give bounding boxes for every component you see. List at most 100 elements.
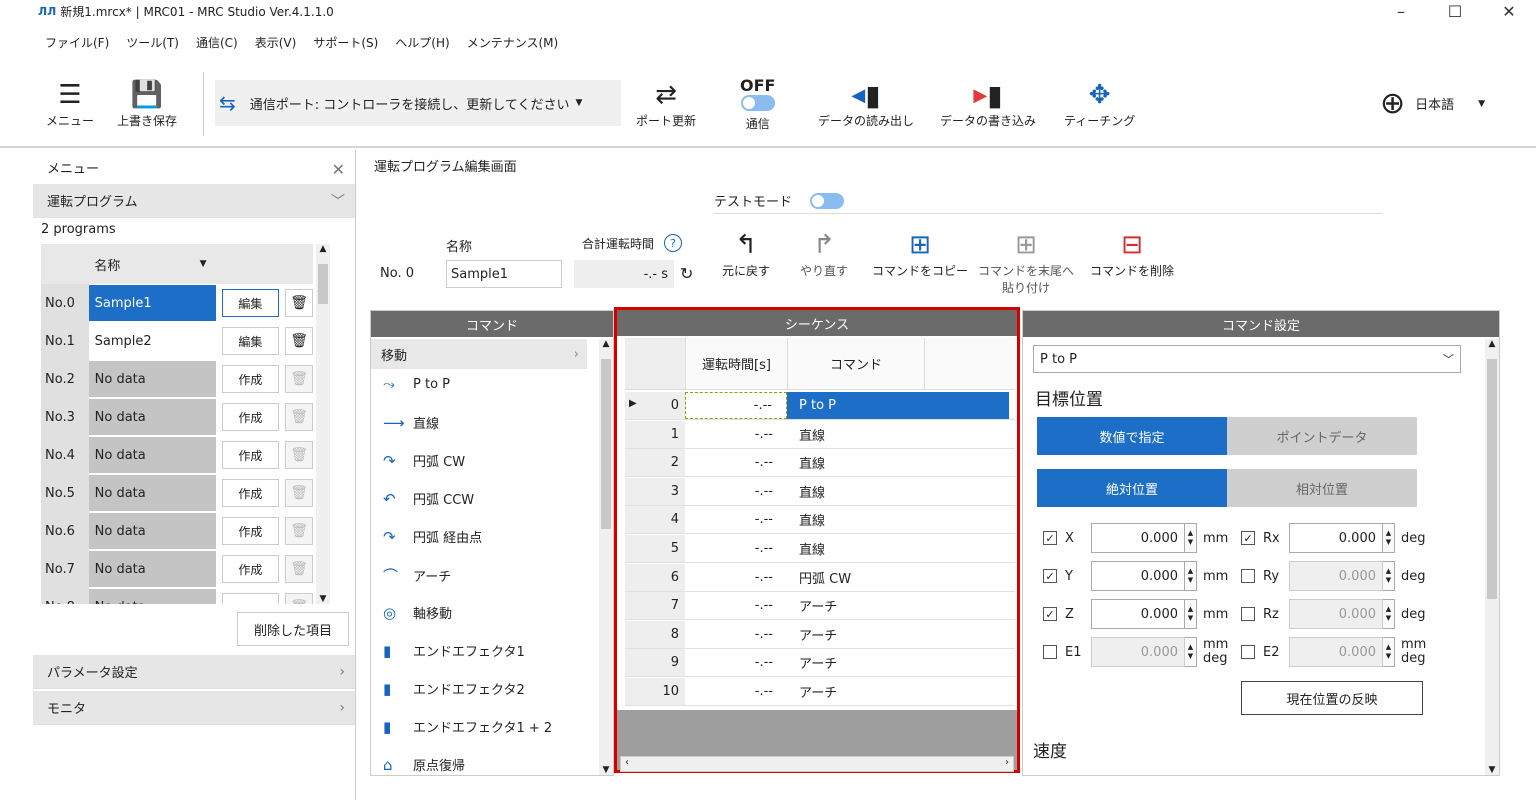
command-item[interactable]: ▮ エンドエフェクタ2 <box>383 679 525 699</box>
spinner-icon[interactable]: ▲ ▼ <box>1383 523 1395 553</box>
row-time[interactable]: -.-- <box>685 392 787 419</box>
deleted-items-button[interactable]: 削除した項目 <box>237 612 349 646</box>
table-row[interactable]: 10 -.-- アーチ <box>625 678 1015 706</box>
table-row[interactable]: No.3 No data 作成 🗑 <box>41 398 313 436</box>
table-row[interactable]: No.6 No data 作成 🗑 <box>41 512 313 550</box>
teaching-button[interactable]: ✥ ティーチング <box>1064 78 1135 129</box>
spinner-icon[interactable]: ▲ ▼ <box>1185 561 1197 591</box>
program-name[interactable]: No data <box>88 361 216 397</box>
point-data-tab[interactable]: ポイントデータ <box>1227 417 1417 455</box>
program-name[interactable]: No data <box>88 475 216 511</box>
edit-button[interactable]: 編集 <box>221 289 280 317</box>
menu-maintenance[interactable]: メンテナンス(M) <box>467 34 558 58</box>
testmode-toggle[interactable] <box>810 192 845 209</box>
table-row[interactable]: 1 -.-- 直線 <box>625 420 1015 449</box>
trash-icon[interactable]: 🗑 <box>285 441 313 469</box>
create-button[interactable]: 作成 <box>221 441 280 469</box>
checkbox-e2[interactable] <box>1241 645 1255 659</box>
trash-icon[interactable]: 🗑 <box>285 327 313 355</box>
close-sidebar-icon[interactable]: ✕ <box>332 160 345 179</box>
trash-icon[interactable]: 🗑 <box>285 555 313 583</box>
command-item[interactable]: ▮ エンドエフェクタ1 + 2 <box>383 717 552 737</box>
close-window-button[interactable]: ✕ <box>1482 0 1536 22</box>
table-row[interactable]: No.0 Sample1 編集 🗑 <box>41 284 313 322</box>
by-value-tab[interactable]: 数値で指定 <box>1037 417 1227 455</box>
trash-icon[interactable]: 🗑 <box>285 479 313 507</box>
relative-tab[interactable]: 相対位置 <box>1227 469 1417 507</box>
checkbox-rz[interactable] <box>1241 607 1255 621</box>
coord-input-z[interactable]: 0.000 <box>1091 599 1185 629</box>
program-name[interactable]: Sample2 <box>88 323 216 359</box>
create-button[interactable]: 作成 <box>221 479 280 507</box>
command-item[interactable]: ⌂ 原点復帰 <box>383 755 465 775</box>
checkbox-ry[interactable] <box>1241 569 1255 583</box>
create-button[interactable]: 作成 <box>221 403 280 431</box>
trash-icon[interactable]: 🗑 <box>285 289 313 317</box>
command-item[interactable]: ↷ 円弧 CW <box>383 451 465 471</box>
table-row[interactable]: 8 -.-- アーチ <box>625 620 1015 649</box>
spinner-icon[interactable]: ▲ ▼ <box>1185 599 1197 629</box>
checkbox-x[interactable]: ✓ <box>1043 531 1057 545</box>
coord-input-rx[interactable]: 0.000 <box>1289 523 1383 553</box>
table-row[interactable]: 7 -.-- アーチ <box>625 592 1015 621</box>
trash-icon[interactable]: 🗑 <box>285 365 313 393</box>
program-name[interactable]: No data <box>88 589 216 604</box>
table-row[interactable]: No.2 No data 作成 🗑 <box>41 360 313 398</box>
reflect-current-position-button[interactable]: 現在位置の反映 <box>1241 681 1423 715</box>
paste-end-button[interactable]: ⊞ コマンドを末尾へ 貼り付け <box>978 228 1074 296</box>
sequence-hscrollbar[interactable]: ‹ › <box>620 756 1014 772</box>
write-data-button[interactable]: ▶ ▮ データの書き込み <box>940 78 1036 129</box>
command-item[interactable]: ↷ 円弧 経由点 <box>383 527 482 547</box>
row-time[interactable]: -.-- <box>685 678 787 705</box>
checkbox-z[interactable]: ✓ <box>1043 607 1057 621</box>
command-item[interactable]: ▮ エンドエフェクタ1 <box>383 641 525 661</box>
row-time[interactable]: -.-- <box>685 506 787 533</box>
help-icon[interactable]: ? <box>664 234 683 252</box>
command-scrollbar[interactable]: ▲ ▼ <box>599 339 613 775</box>
table-row[interactable]: No.4 No data 作成 🗑 <box>41 436 313 474</box>
coord-input-y[interactable]: 0.000 <box>1091 561 1185 591</box>
sidebar-item-program[interactable]: 運転プログラム ﹀ <box>33 184 355 218</box>
row-time[interactable]: -.-- <box>685 621 787 648</box>
table-row[interactable]: 6 -.-- 円弧 CW <box>625 563 1015 592</box>
row-time[interactable]: -.-- <box>685 649 787 676</box>
minimize-button[interactable]: – <box>1374 0 1428 22</box>
row-time[interactable]: -.-- <box>685 449 787 476</box>
table-row[interactable]: 2 -.-- 直線 <box>625 449 1015 478</box>
program-name[interactable]: No data <box>88 551 216 587</box>
row-time[interactable]: -.-- <box>685 478 787 505</box>
table-row[interactable]: No.7 No data 作成 🗑 <box>41 550 313 588</box>
delete-command-button[interactable]: ⊟ コマンドを削除 <box>1090 228 1174 279</box>
table-row[interactable]: 3 -.-- 直線 <box>625 477 1015 506</box>
column-name[interactable]: 名称 ▼ <box>88 244 215 284</box>
spinner-icon[interactable]: ▲ ▼ <box>1383 599 1395 629</box>
undo-button[interactable]: ↰ 元に戻す <box>722 228 770 279</box>
command-type-select[interactable]: P to P ﹀ <box>1033 345 1461 373</box>
edit-button[interactable]: 編集 <box>221 327 280 355</box>
table-row[interactable]: 5 -.-- 直線 <box>625 535 1015 563</box>
coord-input-e1[interactable]: 0.000 <box>1091 637 1185 667</box>
menu-view[interactable]: 表示(V) <box>255 34 297 58</box>
create-button[interactable]: 作成 <box>221 555 280 583</box>
command-item[interactable]: ⟶ 直線 <box>383 413 439 433</box>
spinner-icon[interactable]: ▲ ▼ <box>1185 637 1197 667</box>
read-data-button[interactable]: ◀ ▮ データの読み出し <box>818 78 914 129</box>
maximize-button[interactable]: ☐ <box>1428 0 1482 22</box>
checkbox-y[interactable]: ✓ <box>1043 569 1057 583</box>
comm-port-select[interactable]: ⇆ 通信ポート: コントローラを接続し、更新してください ▼ <box>215 80 621 126</box>
menu-comm[interactable]: 通信(C) <box>196 34 238 58</box>
trash-icon[interactable]: 🗑 <box>285 403 313 431</box>
row-time[interactable]: -.-- <box>685 421 787 448</box>
program-name[interactable]: No data <box>88 399 216 435</box>
save-button[interactable]: 💾 上書き保存 <box>117 78 177 129</box>
menu-support[interactable]: サポート(S) <box>313 34 378 58</box>
program-name[interactable]: No data <box>88 437 216 473</box>
program-name-input[interactable]: Sample1 <box>446 260 562 288</box>
command-item[interactable]: ⤳ P to P <box>383 375 450 393</box>
create-button[interactable]: 作成 <box>221 365 280 393</box>
checkbox-rx[interactable]: ✓ <box>1241 531 1255 545</box>
spinner-icon[interactable]: ▲ ▼ <box>1383 637 1395 667</box>
command-item[interactable]: ◎ 軸移動 <box>383 603 452 623</box>
menu-tools[interactable]: ツール(T) <box>126 34 179 58</box>
program-name[interactable]: No data <box>88 513 216 549</box>
